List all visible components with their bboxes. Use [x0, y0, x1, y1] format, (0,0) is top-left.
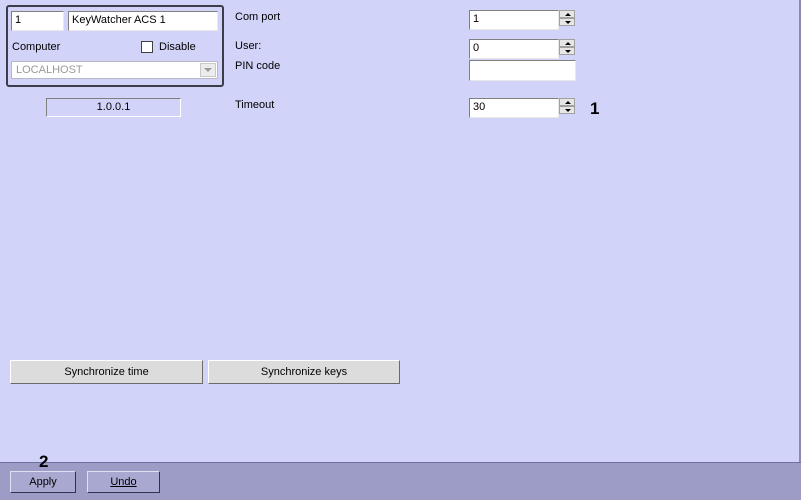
timeout-spinner[interactable]: [559, 98, 575, 114]
com-port-spinner[interactable]: [559, 10, 575, 26]
disable-label: Disable: [159, 41, 196, 53]
spin-down-button[interactable]: [559, 106, 575, 114]
spin-up-button[interactable]: [559, 10, 575, 18]
user-spinner[interactable]: [559, 39, 575, 55]
object-name-field[interactable]: KeyWatcher ACS 1: [68, 11, 218, 31]
version-display: 1.0.0.1: [46, 98, 181, 117]
pin-code-field[interactable]: [469, 60, 576, 81]
triangle-down-icon: [565, 50, 571, 53]
triangle-down-icon: [565, 21, 571, 24]
triangle-up-icon: [565, 101, 571, 104]
chevron-down-icon: [204, 68, 212, 72]
spin-down-button[interactable]: [559, 18, 575, 26]
com-port-field[interactable]: 1: [469, 10, 559, 30]
undo-button[interactable]: Undo: [87, 471, 160, 493]
timeout-field[interactable]: 30: [469, 98, 559, 118]
spin-down-button[interactable]: [559, 47, 575, 55]
callout-marker-1: 1: [590, 99, 600, 118]
object-id-field[interactable]: 1: [11, 11, 64, 31]
triangle-down-icon: [565, 109, 571, 112]
bottom-toolbar: Apply Undo: [0, 462, 801, 500]
computer-select[interactable]: LOCALHOST: [11, 61, 218, 79]
disable-checkbox[interactable]: [141, 41, 153, 53]
spin-up-button[interactable]: [559, 39, 575, 47]
synchronize-keys-button[interactable]: Synchronize keys: [208, 360, 400, 384]
user-label: User:: [235, 40, 262, 52]
user-field[interactable]: 0: [469, 39, 559, 59]
apply-button[interactable]: Apply: [10, 471, 76, 493]
com-port-label: Com port: [235, 11, 281, 23]
callout-marker-2: 2: [39, 452, 49, 471]
computer-dropdown-button[interactable]: [200, 63, 216, 77]
pin-code-label: PIN code: [235, 60, 281, 72]
triangle-up-icon: [565, 42, 571, 45]
spin-up-button[interactable]: [559, 98, 575, 106]
triangle-up-icon: [565, 13, 571, 16]
synchronize-time-button[interactable]: Synchronize time: [10, 360, 203, 384]
computer-label: Computer: [12, 41, 61, 53]
undo-label: Undo: [110, 476, 137, 488]
computer-select-value: LOCALHOST: [16, 64, 83, 76]
timeout-label: Timeout: [235, 99, 275, 111]
